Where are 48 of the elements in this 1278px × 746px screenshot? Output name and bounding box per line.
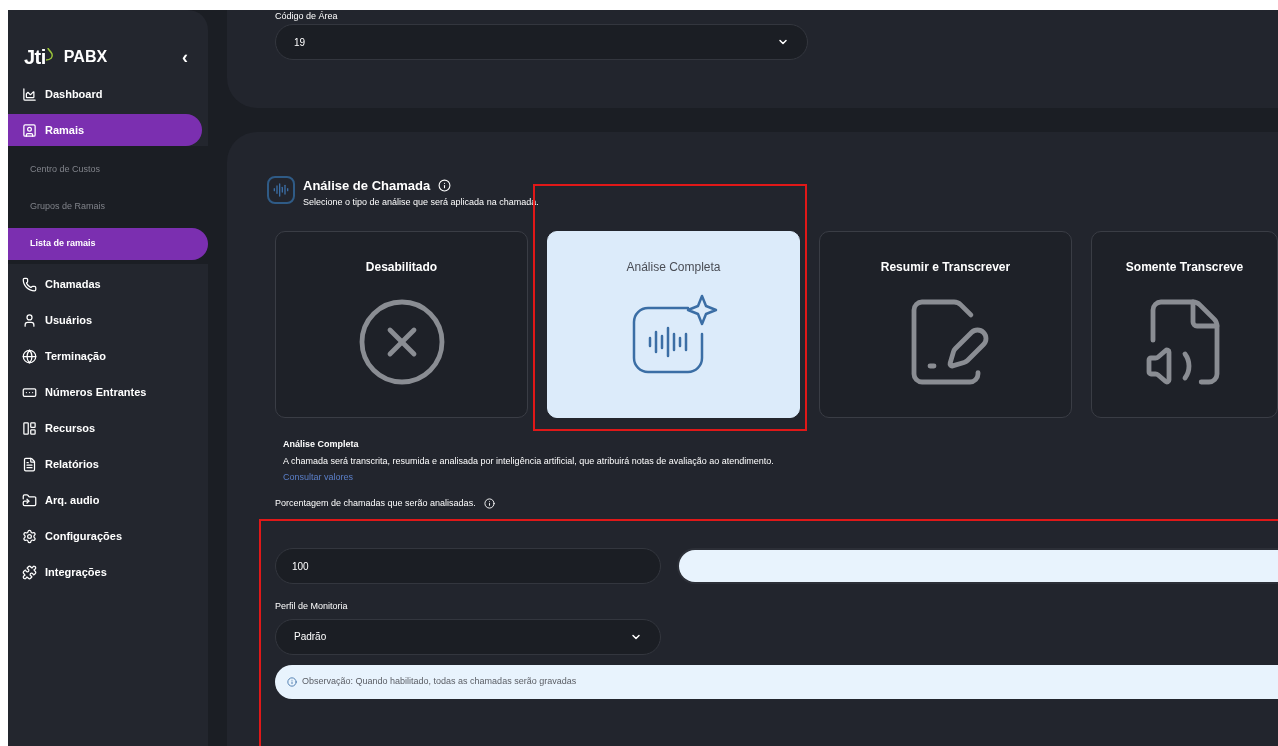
phone-icon — [22, 276, 37, 292]
section-title: Análise de Chamada — [303, 177, 431, 195]
sidebar-item[interactable]: Ramais — [8, 114, 202, 146]
settings-icon — [22, 528, 37, 544]
sidebar-item[interactable]: Recursos — [8, 412, 208, 444]
collapse-button[interactable]: ‹ — [182, 48, 188, 66]
note-text: Observação: Quando habilitado, todas as chamadas serão gravadas — [302, 674, 577, 688]
area-code-select[interactable]: 19 — [275, 24, 808, 60]
field-label: Porcentagem de chamadas que serão analisadas. — [275, 496, 476, 510]
logo: Jti — [24, 45, 46, 70]
option-card[interactable]: Desabilitado — [275, 231, 528, 418]
sidebar-item[interactable]: Números Entrantes — [8, 376, 208, 408]
sidebar-item[interactable]: Chamadas — [8, 268, 208, 300]
profile-select[interactable]: Padrão — [275, 618, 661, 655]
sidebar-item[interactable]: Arq. audio — [8, 484, 208, 516]
leaf-swirl-icon — [43, 47, 54, 61]
sidebar-item[interactable]: Terminação — [8, 340, 208, 372]
select-value: Padrão — [294, 630, 328, 644]
submenu-item[interactable]: Grupos de Ramais — [8, 191, 212, 223]
panel-icon — [22, 420, 37, 436]
info-icon[interactable] — [483, 497, 495, 509]
field-label: Perfil de Monitoria — [274, 600, 349, 613]
user-icon — [22, 312, 37, 328]
sidebar-item[interactable]: Usuários — [8, 304, 208, 336]
document-icon — [22, 456, 37, 472]
puzzle-icon — [22, 564, 37, 580]
sidebar-item[interactable]: Configurações — [8, 520, 208, 552]
option-card[interactable]: Análise Completa — [547, 231, 800, 418]
option-card[interactable]: Resumir e Transcrever — [819, 231, 1072, 418]
sidebar-item[interactable]: Dashboard — [8, 78, 208, 110]
percent-input[interactable]: 100 — [275, 548, 661, 584]
view-prices-link[interactable]: Consultar valores — [283, 471, 1278, 485]
chart-icon — [22, 86, 37, 102]
sidebar-item[interactable]: Integrações — [8, 556, 208, 588]
contact-card-icon — [22, 122, 37, 138]
folder-icon — [22, 492, 37, 508]
info-icon — [287, 676, 297, 687]
info-icon[interactable] — [438, 179, 452, 193]
product-name: PABX — [63, 47, 108, 67]
select-value: 19 — [294, 35, 307, 50]
option-card[interactable]: Somente Transcreve — [1091, 231, 1278, 418]
detail-text: A chamada será transcrita, resumida e analisada por inteligência artificial, que atribuirá notas de avaliação ao atendimento. — [283, 454, 775, 468]
field-label: Código de Área — [275, 10, 339, 22]
globe-icon — [22, 348, 37, 364]
detail-title: Análise Completa — [283, 438, 360, 451]
submenu-item[interactable]: Lista de ramais — [8, 228, 208, 260]
submenu-item[interactable]: Centro de Custos — [8, 154, 212, 186]
sidebar-item[interactable]: Relatórios — [8, 448, 208, 480]
